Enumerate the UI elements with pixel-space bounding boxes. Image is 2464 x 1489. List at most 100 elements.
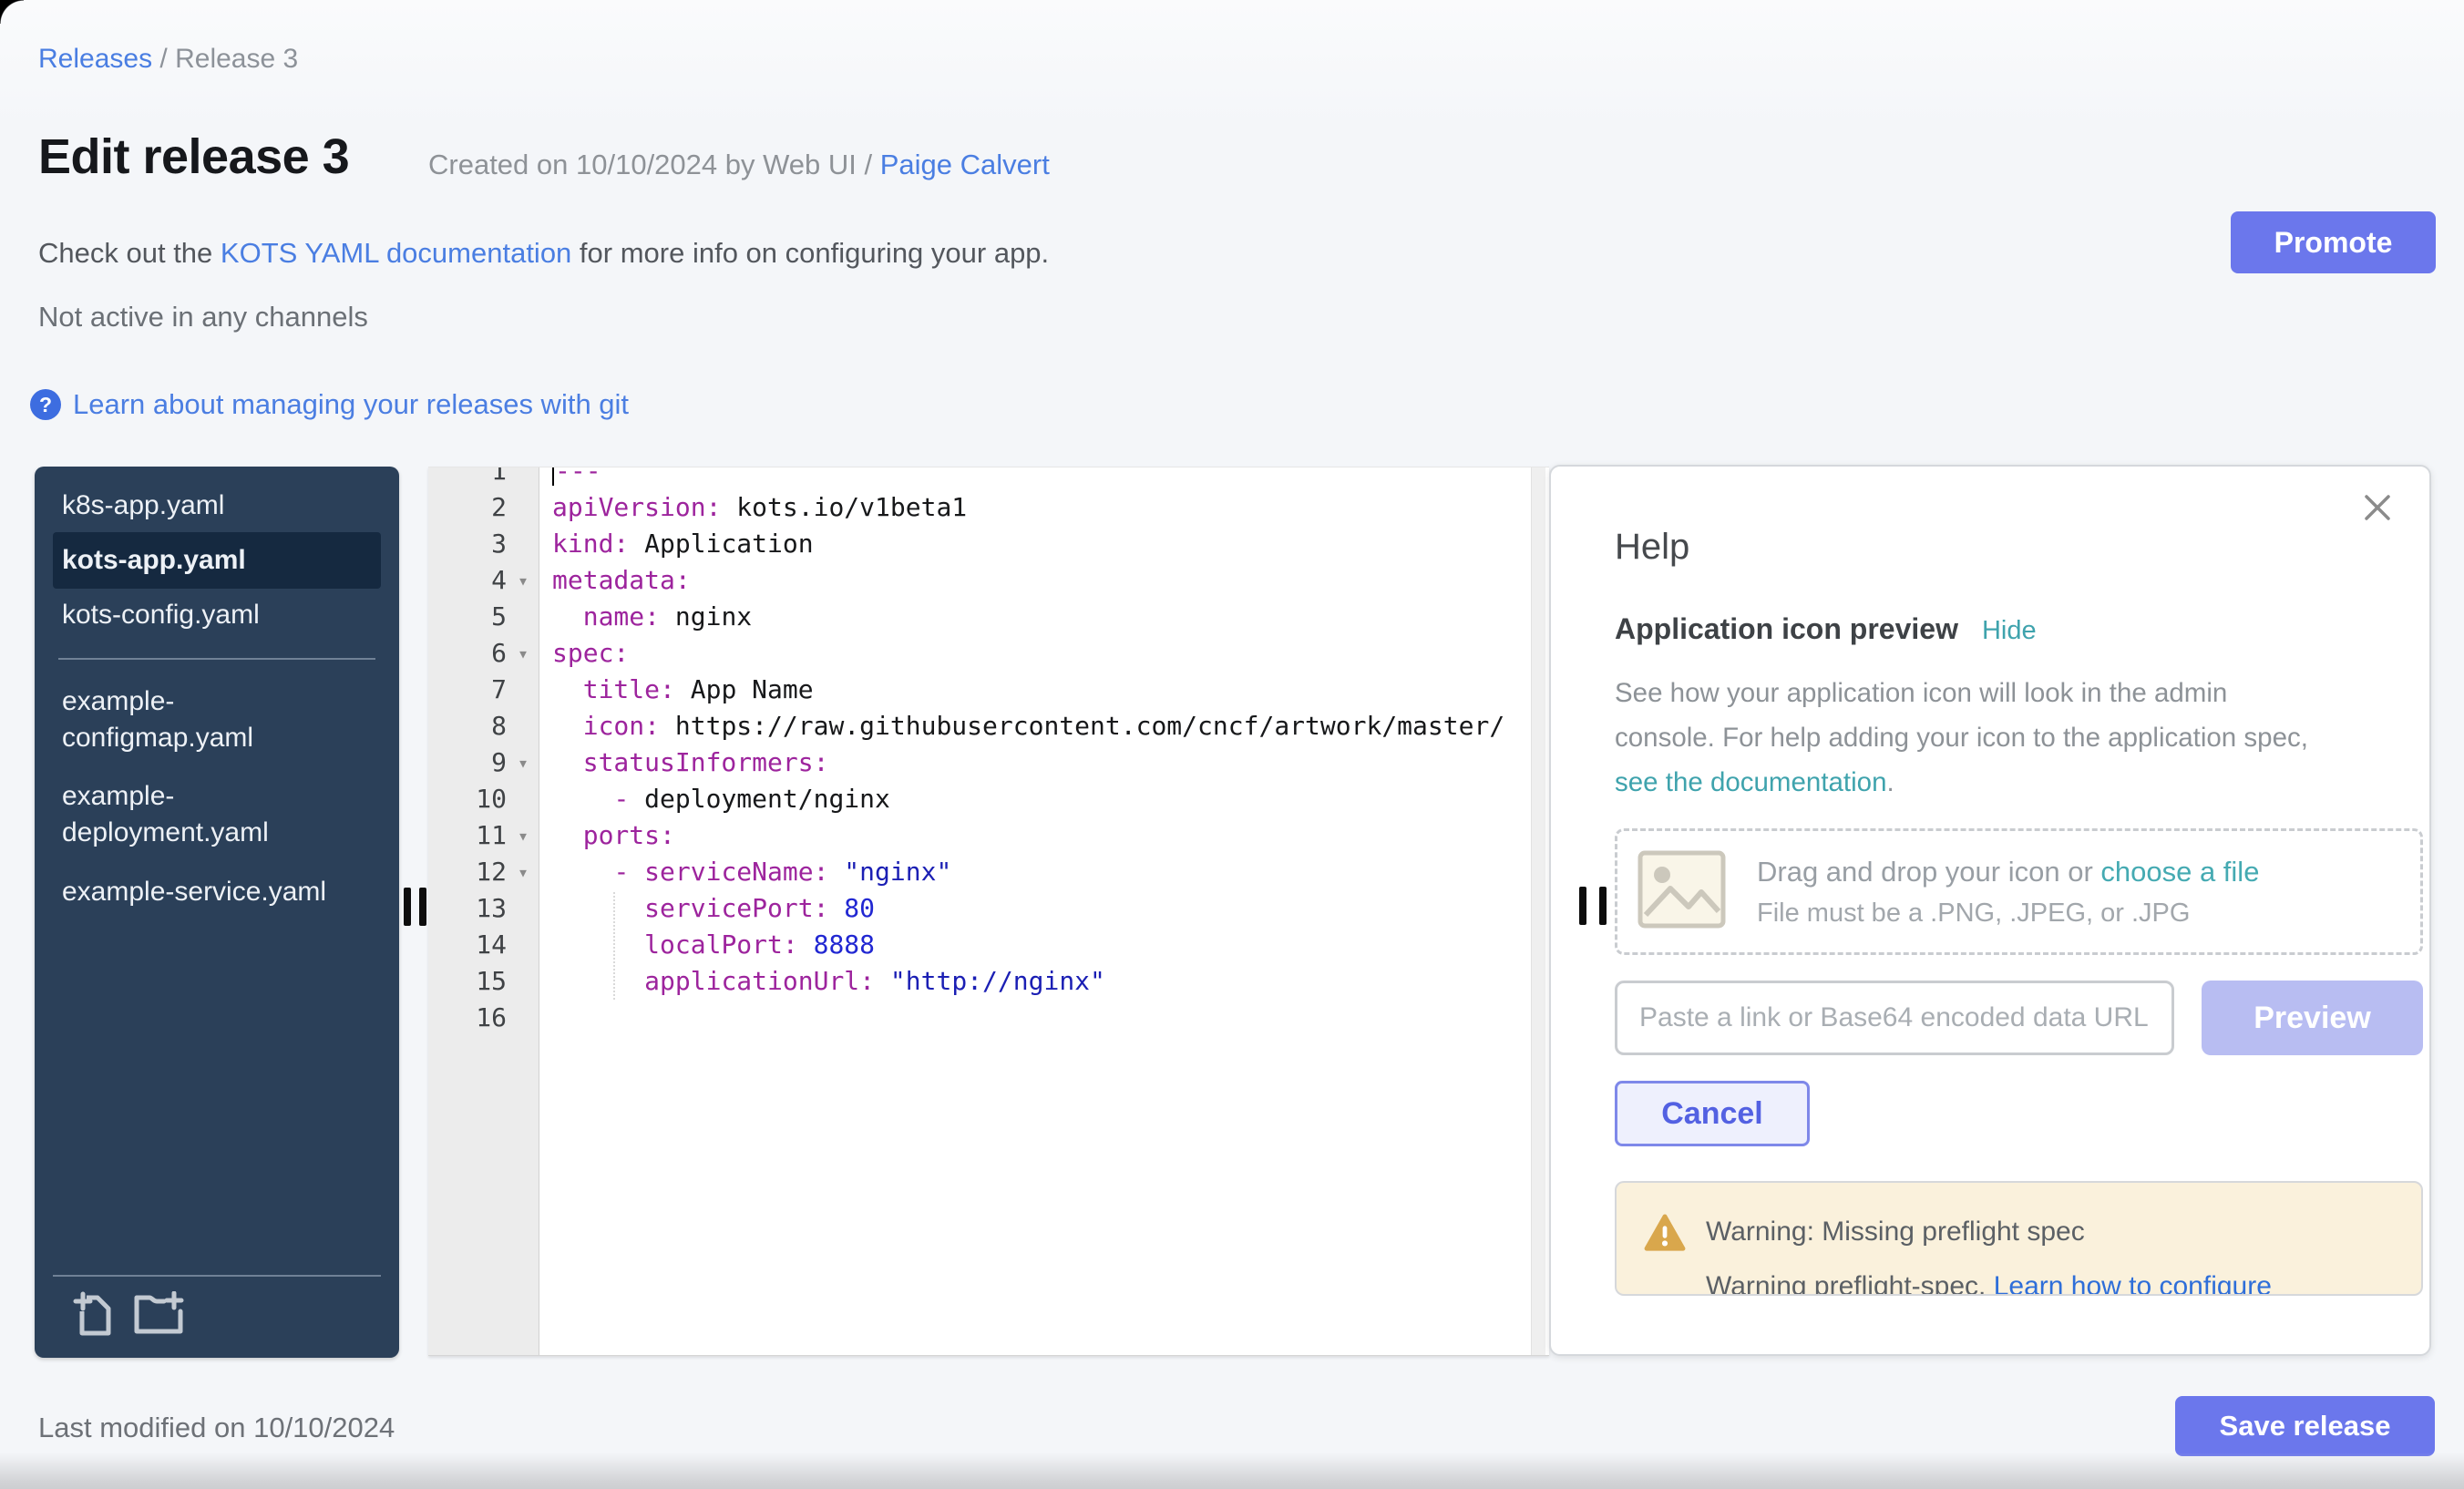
add-file-icon[interactable] [73, 1291, 113, 1341]
line-number: 15 [428, 963, 507, 1000]
breadcrumb-releases-link[interactable]: Releases [38, 44, 152, 74]
code-line-text [539, 1000, 552, 1036]
docs-line-after: for more info on configuring your app. [571, 237, 1049, 269]
cancel-button[interactable]: Cancel [1615, 1081, 1810, 1146]
icon-dropzone[interactable]: Drag and drop your icon or choose a file… [1615, 828, 2423, 955]
code-line-text: title: App Name [539, 672, 814, 708]
fold-arrow-icon[interactable]: ▾ [507, 562, 539, 599]
dropzone-file-requirements: File must be a .PNG, .JPEG, or .JPG [1757, 893, 2259, 933]
page-title: Edit release 3 [38, 128, 349, 185]
code-line[interactable]: 2 apiVersion: kots.io/v1beta1 [428, 489, 1531, 526]
text-cursor [552, 467, 554, 486]
code-line[interactable]: 11▾ ports: [428, 817, 1531, 854]
breadcrumb-separator: / [152, 44, 175, 74]
sidebar-resize-handle-bar[interactable] [419, 888, 426, 926]
help-panel-resize-handle-bar[interactable] [1579, 887, 1586, 925]
code-line[interactable]: 3kind: Application [428, 526, 1531, 562]
line-number: 10 [428, 781, 507, 817]
add-folder-icon[interactable] [133, 1291, 186, 1341]
description-period: . [1887, 767, 1894, 797]
warning-triangle-icon [1644, 1214, 1686, 1294]
line-number: 5 [428, 599, 507, 635]
code-line-text: applicationUrl: "http://nginx" [539, 963, 1105, 1000]
code-line[interactable]: 9▾ statusInformers: [428, 744, 1531, 781]
code-line[interactable]: 5 name: nginx [428, 599, 1531, 635]
code-line-text: statusInformers: [539, 744, 828, 781]
close-icon[interactable] [2360, 490, 2395, 525]
code-line-text: - deployment/nginx [539, 781, 890, 817]
fold-arrow-icon[interactable]: ▾ [507, 635, 539, 672]
file-tree-item[interactable]: example-configmap.yaml [53, 683, 381, 756]
file-tree-sidebar: k8s-app.yaml kots-app.yaml kots-config.yam… [35, 467, 399, 1358]
file-tree-item[interactable]: kots-config.yaml [53, 596, 381, 634]
help-panel-resize-handle-bar[interactable] [1599, 887, 1607, 925]
sidebar-resize-handle-bar[interactable] [404, 888, 411, 926]
code-line[interactable]: 14 localPort: 8888 [428, 927, 1531, 963]
code-line[interactable]: 13 servicePort: 80 [428, 890, 1531, 927]
promote-button[interactable]: Promote [2231, 211, 2436, 273]
file-tree-item[interactable]: example-deployment.yaml [53, 778, 381, 851]
preview-button[interactable]: Preview [2202, 981, 2423, 1055]
file-tree-item[interactable]: kots-app.yaml [53, 532, 381, 589]
editor-code-area[interactable]: 1---2 apiVersion: kots.io/v1beta13kind: A… [428, 467, 1531, 1036]
code-line[interactable]: 4▾metadata: [428, 562, 1531, 599]
fold-gutter-spacer [507, 599, 539, 635]
see-documentation-link[interactable]: see the documentation [1615, 767, 1887, 797]
yaml-code-editor[interactable]: 1---2 apiVersion: kots.io/v1beta13kind: A… [428, 467, 1549, 1356]
save-release-button[interactable]: Save release [2175, 1396, 2435, 1456]
line-number: 9 [428, 744, 507, 781]
fold-arrow-icon[interactable]: ▾ [507, 744, 539, 781]
icon-url-input[interactable] [1615, 981, 2174, 1055]
fold-arrow-icon[interactable]: ▾ [507, 854, 539, 890]
kots-yaml-docs-link[interactable]: KOTS YAML documentation [221, 237, 571, 269]
fold-gutter-spacer [507, 963, 539, 1000]
code-line-text: icon: https://raw.githubusercontent.com/… [539, 708, 1504, 744]
code-line[interactable]: 12▾ - serviceName: "nginx" [428, 854, 1531, 890]
code-line-text: - serviceName: "nginx" [539, 854, 951, 890]
channel-status-text: Not active in any channels [38, 301, 368, 334]
line-number: 3 [428, 526, 507, 562]
fold-gutter-spacer [507, 467, 539, 489]
code-line[interactable]: 1--- [428, 467, 1531, 489]
help-panel-title: Help [1615, 527, 2423, 567]
fold-arrow-icon[interactable]: ▾ [507, 817, 539, 854]
warning-detail: Warning preflight-spec. Learn how to con… [1706, 1268, 2272, 1296]
code-line[interactable]: 8 icon: https://raw.githubusercontent.co… [428, 708, 1531, 744]
line-number: 16 [428, 1000, 507, 1036]
code-line[interactable]: 16 [428, 1000, 1531, 1036]
docs-line-before: Check out the [38, 237, 221, 269]
screen-corner-artifact [0, 0, 24, 24]
code-line[interactable]: 10 - deployment/nginx [428, 781, 1531, 817]
fold-gutter-spacer [507, 708, 539, 744]
author-link[interactable]: Paige Calvert [880, 149, 1050, 180]
code-line-text: name: nginx [539, 599, 752, 635]
breadcrumb: Releases / Release 3 [38, 44, 298, 75]
file-list-divider [58, 658, 375, 660]
image-placeholder-icon [1638, 850, 1726, 933]
file-tree-item[interactable]: k8s-app.yaml [53, 487, 381, 525]
fold-gutter-spacer [507, 927, 539, 963]
hide-link[interactable]: Hide [1982, 616, 2037, 646]
line-number: 14 [428, 927, 507, 963]
last-modified-text: Last modified on 10/10/2024 [38, 1412, 395, 1444]
icon-preview-section-title: Application icon preview [1615, 612, 1958, 646]
fold-gutter-spacer [507, 781, 539, 817]
line-number: 13 [428, 890, 507, 927]
code-line-text: metadata: [539, 562, 691, 599]
example-file-list: example-configmap.yaml example-deployment… [53, 683, 381, 911]
code-line-text: spec: [539, 635, 629, 672]
choose-a-file-link[interactable]: choose a file [2100, 856, 2259, 888]
line-number: 2 [428, 489, 507, 526]
learn-how-to-configure-link[interactable]: Learn how to configure [1994, 1271, 2272, 1296]
line-number: 4 [428, 562, 507, 599]
code-line[interactable]: 7 title: App Name [428, 672, 1531, 708]
release-created-meta: Created on 10/10/2024 by Web UI / Paige … [428, 149, 1050, 181]
editor-scrollbar[interactable] [1531, 467, 1545, 1355]
question-circle-icon: ? [30, 389, 61, 420]
code-line[interactable]: 6▾spec: [428, 635, 1531, 672]
file-tree-item[interactable]: example-service.yaml [53, 873, 381, 911]
sidebar-toolbar [53, 1275, 381, 1341]
code-line[interactable]: 15 applicationUrl: "http://nginx" [428, 963, 1531, 1000]
code-line-text: apiVersion: kots.io/v1beta1 [539, 489, 967, 526]
git-releases-help-link[interactable]: ? Learn about managing your releases wit… [30, 388, 629, 421]
